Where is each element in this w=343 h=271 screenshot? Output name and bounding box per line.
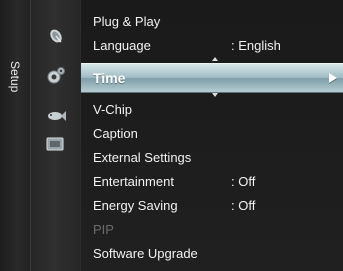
menu-item-label: Energy Saving (93, 198, 178, 213)
menu-item-v-chip[interactable]: V-Chip (81, 99, 343, 121)
menu-item-label: Time (93, 70, 126, 86)
gear-icon[interactable] (46, 67, 66, 85)
menu-item-time[interactable]: Time (81, 63, 343, 93)
satellite-dish-icon[interactable] (46, 27, 66, 45)
menu-item-software-upgrade[interactable]: Software Upgrade (81, 243, 343, 265)
menu-item-label: V-Chip (93, 102, 133, 117)
menu-item-plug-and-play[interactable]: Plug & Play (81, 11, 343, 33)
menu-item-label: Caption (93, 126, 138, 141)
input-icon[interactable] (46, 135, 66, 153)
fish-icon[interactable] (46, 107, 66, 125)
menu-item-label: Software Upgrade (93, 246, 198, 261)
menu-item-language[interactable]: Language : English (81, 35, 343, 57)
menu-item-label: External Settings (93, 150, 192, 165)
submenu-arrow-icon (329, 73, 337, 83)
setup-tab[interactable]: Setup (0, 0, 31, 271)
menu-item-entertainment[interactable]: Entertainment : Off (81, 171, 343, 193)
category-icon-column (31, 0, 112, 271)
menu-item-label: PIP (93, 222, 114, 237)
menu-item-caption[interactable]: Caption (81, 123, 343, 145)
scroll-down-indicator (212, 93, 218, 97)
menu-item-label: Entertainment (93, 174, 174, 189)
menu-item-value: : Off (231, 174, 256, 189)
setup-tab-label: Setup (8, 61, 22, 93)
scroll-up-indicator (212, 57, 218, 61)
menu-item-energy-saving[interactable]: Energy Saving : Off (81, 195, 343, 217)
menu-item-label: Language (93, 38, 151, 53)
menu-item-value: : Off (231, 198, 256, 213)
menu-item-value: : English (231, 38, 281, 53)
menu-item-external-settings[interactable]: External Settings (81, 147, 343, 169)
menu-item-label: Plug & Play (93, 14, 161, 29)
setup-menu: Plug & Play Language : English Time V-Ch… (81, 0, 343, 271)
menu-item-pip: PIP (81, 219, 343, 241)
